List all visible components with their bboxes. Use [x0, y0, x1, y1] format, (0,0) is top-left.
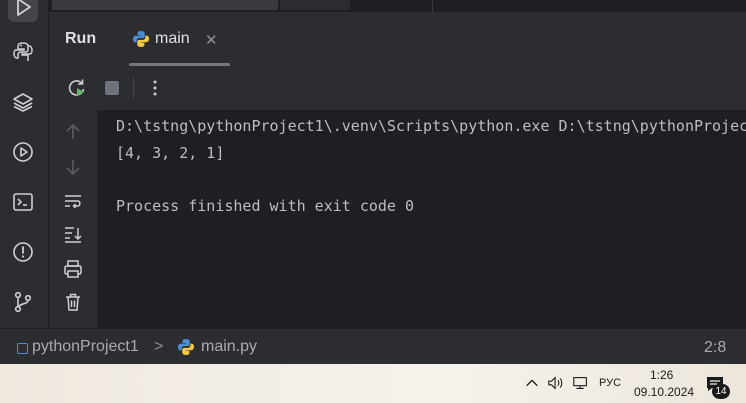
- run-toolbar: [49, 66, 746, 110]
- problems-icon[interactable]: [8, 237, 38, 267]
- console-line: [4, 3, 2, 1]: [116, 144, 225, 162]
- clock-time[interactable]: 1:26: [650, 368, 673, 382]
- layers-icon[interactable]: [8, 87, 38, 117]
- trash-icon[interactable]: [62, 291, 84, 313]
- volume-icon[interactable]: [546, 374, 566, 392]
- editor-edge: [49, 0, 746, 12]
- editor-divider: [432, 0, 433, 12]
- notification-count-badge: 14: [712, 384, 730, 399]
- git-icon[interactable]: [8, 287, 38, 317]
- scroll-to-end-icon[interactable]: [62, 223, 84, 245]
- network-icon[interactable]: [571, 374, 591, 392]
- close-icon[interactable]: ✕: [205, 31, 218, 49]
- clock-date[interactable]: 09.10.2024: [634, 385, 694, 399]
- arrow-up-icon[interactable]: [62, 121, 84, 143]
- python-icon: [133, 31, 149, 47]
- soft-wrap-icon[interactable]: [62, 190, 84, 212]
- tab-main-label: main: [155, 30, 190, 47]
- status-bar: pythonProject1 > main.py 2:8: [0, 328, 746, 365]
- python-packages-icon[interactable]: [8, 37, 38, 67]
- python-file-icon: [178, 339, 194, 355]
- chevron-right-icon: >: [154, 338, 164, 355]
- left-tool-strip: [0, 0, 49, 328]
- rerun-icon[interactable]: [66, 77, 88, 99]
- services-icon[interactable]: [8, 137, 38, 167]
- toolbar-separator: [133, 77, 134, 99]
- run-tool-window-header: Run main ✕: [49, 12, 746, 66]
- chevron-up-icon[interactable]: [524, 374, 540, 392]
- tab-main[interactable]: main ✕: [129, 22, 230, 66]
- breadcrumb-file[interactable]: main.py: [201, 338, 257, 356]
- console-line: Process finished with exit code 0: [116, 197, 415, 215]
- tool-window-title: Run: [65, 30, 97, 47]
- console-side-actions: [49, 110, 97, 328]
- more-options-icon[interactable]: [144, 77, 166, 99]
- console-line: D:\tstng\pythonProject1\.venv\Scripts\py…: [116, 117, 746, 135]
- terminal-icon[interactable]: [8, 187, 38, 217]
- editor-scroll-thumb[interactable]: [52, 0, 278, 10]
- editor-scroll-track: [280, 0, 350, 10]
- print-icon[interactable]: [62, 258, 84, 280]
- run-icon[interactable]: [8, 0, 38, 22]
- project-folder-icon: [17, 343, 28, 354]
- breadcrumb-project[interactable]: pythonProject1: [32, 338, 139, 356]
- arrow-down-icon[interactable]: [62, 156, 84, 178]
- caret-position[interactable]: 2:8: [704, 339, 726, 357]
- input-language[interactable]: РУС: [599, 377, 621, 389]
- console-output[interactable]: D:\tstng\pythonProject1\.venv\Scripts\py…: [97, 110, 746, 328]
- stop-icon[interactable]: [101, 77, 123, 99]
- windows-taskbar: РУС 1:26 09.10.2024: [0, 364, 746, 403]
